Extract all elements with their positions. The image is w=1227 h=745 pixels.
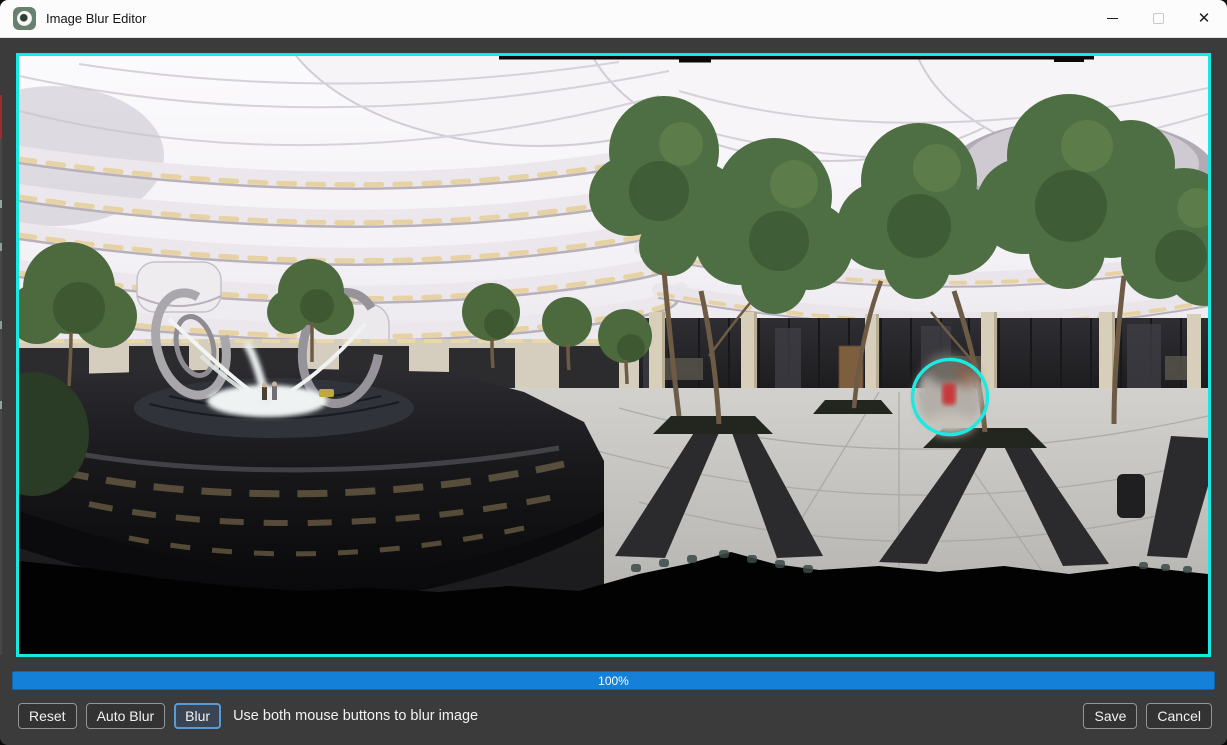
auto-blur-button[interactable]: Auto Blur (86, 703, 166, 729)
toolbar: Reset Auto Blur Blur Use both mouse butt… (18, 702, 1212, 730)
blur-button[interactable]: Blur (174, 703, 221, 729)
lens-icon (17, 11, 32, 26)
close-icon: ✕ (1198, 11, 1211, 26)
cancel-button[interactable]: Cancel (1146, 703, 1212, 729)
titlebar[interactable]: Image Blur Editor ✕ (0, 0, 1227, 38)
panorama-image (19, 56, 1208, 654)
save-button[interactable]: Save (1083, 703, 1137, 729)
toolbar-hint: Use both mouse buttons to blur image (233, 708, 478, 724)
progress-label: 100% (598, 674, 629, 688)
maximize-icon (1153, 13, 1164, 24)
close-button[interactable]: ✕ (1181, 0, 1227, 37)
panorama-canvas[interactable] (16, 53, 1211, 657)
editor-content: 100% Reset Auto Blur Blur Use both mouse… (0, 38, 1227, 745)
app-icon (13, 7, 36, 30)
window-controls: ✕ (1089, 0, 1227, 37)
minimize-icon (1107, 18, 1118, 19)
app-window: Image Blur Editor ✕ (0, 0, 1227, 745)
reset-button[interactable]: Reset (18, 703, 77, 729)
progress-bar: 100% (12, 671, 1215, 690)
minimize-button[interactable] (1089, 0, 1135, 37)
maximize-button[interactable] (1135, 0, 1181, 37)
window-title: Image Blur Editor (46, 11, 146, 26)
screen-edge-artifact (0, 95, 2, 655)
